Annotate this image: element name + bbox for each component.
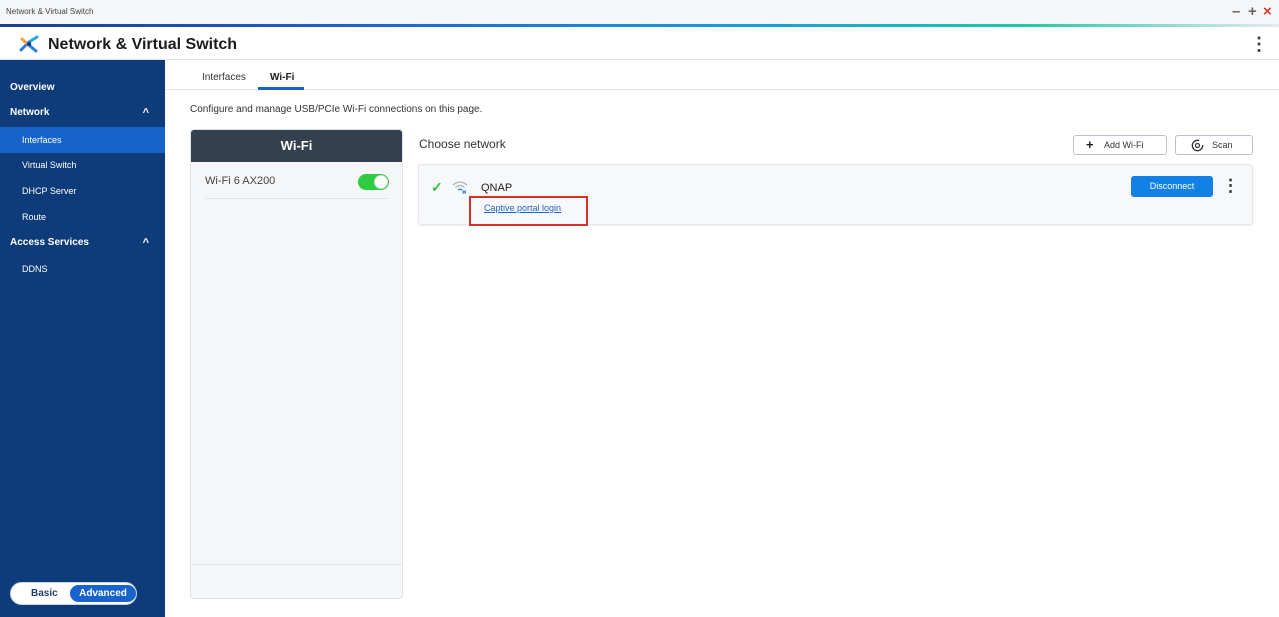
- sidebar-item-label: Route: [22, 212, 47, 222]
- kebab-menu-icon[interactable]: ⋮: [1222, 175, 1239, 197]
- sidebar-item-dhcp-server[interactable]: DHCP Server: [0, 178, 165, 204]
- toggle-knob: [374, 175, 388, 189]
- highlight-box: [469, 196, 588, 226]
- window-titlebar: Network & Virtual Switch – + ×: [0, 0, 1279, 27]
- sidebar-item-overview[interactable]: Overview: [0, 75, 165, 101]
- chevron-up-icon: ^: [142, 107, 149, 119]
- tab-interfaces[interactable]: Interfaces: [202, 72, 246, 83]
- sidebar-item-label: DHCP Server: [22, 186, 77, 196]
- sidebar-item-ddns[interactable]: DDNS: [0, 256, 165, 282]
- page-description: Configure and manage USB/PCIe Wi-Fi conn…: [190, 104, 483, 115]
- plus-icon: +: [1086, 137, 1094, 152]
- mode-toggle[interactable]: Basic Advanced: [10, 582, 137, 605]
- chevron-up-icon: ^: [142, 237, 149, 249]
- sidebar-item-label: Access Services: [10, 237, 89, 248]
- network-card: ✓ QNAP Captive portal login Disconnect ⋮: [418, 164, 1253, 226]
- adapter-enable-toggle[interactable]: [358, 174, 389, 190]
- sidebar-item-label: Interfaces: [22, 135, 62, 145]
- adapter-name: Wi-Fi 6 AX200: [205, 175, 276, 187]
- network-ssid: QNAP: [481, 182, 513, 194]
- minimize-icon[interactable]: –: [1232, 3, 1240, 21]
- sidebar-item-route[interactable]: Route: [0, 204, 165, 230]
- choose-network-title: Choose network: [419, 137, 506, 151]
- sidebar-item-label: Virtual Switch: [22, 160, 77, 170]
- wifi-adapter-panel: Wi-Fi Wi-Fi 6 AX200: [190, 129, 403, 599]
- sidebar-item-virtual-switch[interactable]: Virtual Switch: [0, 152, 165, 178]
- window-title: Network & Virtual Switch: [6, 7, 94, 16]
- disconnect-button[interactable]: Disconnect: [1131, 176, 1213, 197]
- tab-wifi[interactable]: Wi-Fi: [270, 72, 294, 83]
- active-tab-indicator: [258, 87, 304, 90]
- scan-icon: [1191, 139, 1204, 152]
- scan-label: Scan: [1212, 140, 1233, 150]
- add-wifi-label: Add Wi-Fi: [1104, 140, 1144, 150]
- add-wifi-button[interactable]: + Add Wi-Fi: [1073, 135, 1167, 155]
- sidebar-item-interfaces[interactable]: Interfaces: [0, 127, 165, 153]
- network-virtual-switch-icon: [19, 35, 39, 53]
- wifi-signal-icon: [452, 181, 468, 194]
- panel-footer-divider: [191, 564, 402, 565]
- mode-basic-option[interactable]: Basic: [31, 588, 58, 599]
- sidebar: Overview Network ^ Interfaces Virtual Sw…: [0, 60, 165, 617]
- mode-advanced-option[interactable]: Advanced: [70, 585, 136, 602]
- close-icon[interactable]: ×: [1263, 3, 1272, 21]
- sidebar-item-label: Overview: [10, 82, 55, 93]
- wifi-panel-header: Wi-Fi: [191, 130, 402, 162]
- scan-button[interactable]: Scan: [1175, 135, 1253, 155]
- checkmark-icon: ✓: [431, 179, 443, 195]
- sidebar-item-label: Network: [10, 107, 50, 118]
- tab-bar: Interfaces Wi-Fi: [165, 60, 1279, 90]
- sidebar-item-network[interactable]: Network ^: [0, 100, 165, 126]
- kebab-menu-icon[interactable]: ⋮: [1249, 33, 1269, 55]
- app-header: Network & Virtual Switch ⋮: [0, 27, 1279, 60]
- maximize-icon[interactable]: +: [1248, 3, 1257, 21]
- sidebar-item-access-services[interactable]: Access Services ^: [0, 230, 165, 256]
- list-item[interactable]: Wi-Fi 6 AX200: [205, 163, 389, 199]
- page-title: Network & Virtual Switch: [48, 36, 238, 53]
- sidebar-item-label: DDNS: [22, 264, 48, 274]
